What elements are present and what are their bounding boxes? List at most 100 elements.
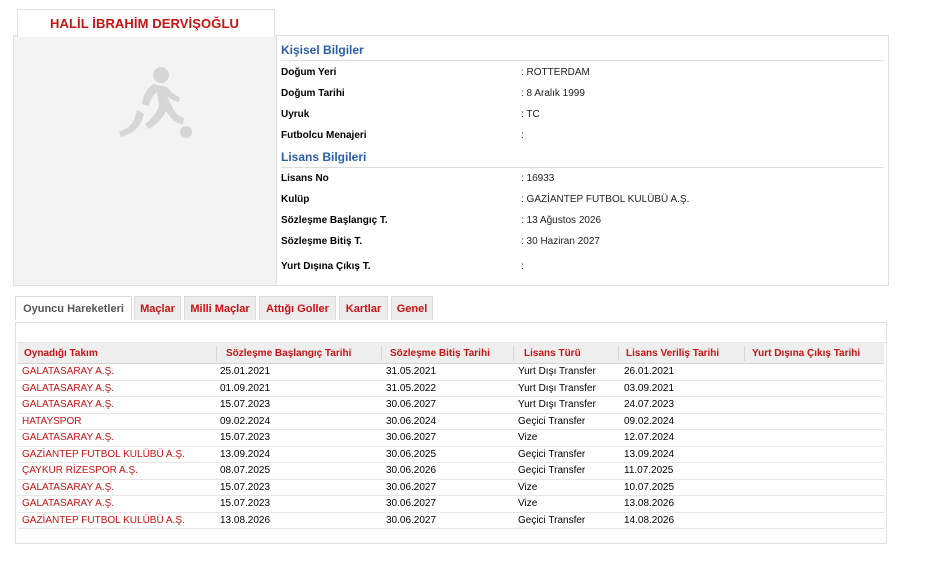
divider xyxy=(281,167,884,168)
table-top-strip xyxy=(16,323,886,343)
contract-end-cell: 30.06.2027 xyxy=(386,514,437,526)
row-label: Doğum Yeri xyxy=(281,67,337,78)
row-label: Futbolcu Menajeri xyxy=(281,130,367,141)
personal-info-title: Kişisel Bilgiler xyxy=(281,43,364,57)
contract-end-cell: 30.06.2026 xyxy=(386,465,437,476)
team-cell[interactable]: GALATASARAY A.Ş. xyxy=(22,399,114,410)
license-date-cell: 12.07.2024 xyxy=(624,432,675,443)
license-row-abroad-exit: Yurt Dışına Çıkış T. : xyxy=(281,261,881,275)
table-row: GALATASARAY A.Ş. 15.07.2023 30.06.2027 Yurt… xyxy=(18,397,884,414)
team-cell[interactable]: GAZİANTEP FUTBOL KULÜBÜ A.Ş. xyxy=(22,449,185,460)
contract-end-cell: 30.06.2024 xyxy=(386,415,437,427)
license-date-cell: 14.08.2026 xyxy=(624,514,675,526)
license-date-cell: 13.09.2024 xyxy=(624,448,675,460)
contract-start-cell: 15.07.2023 xyxy=(220,399,271,410)
license-type-cell: Geçici Transfer xyxy=(518,415,586,427)
column-header[interactable]: Lisans Türü xyxy=(524,348,581,359)
license-date-cell: 09.02.2024 xyxy=(624,415,675,427)
contract-start-cell: 08.07.2025 xyxy=(220,465,271,476)
team-cell[interactable]: GALATASARAY A.Ş. xyxy=(22,366,114,377)
row-label: Kulüp xyxy=(281,194,310,205)
divider xyxy=(281,60,884,61)
table-row: GALATASARAY A.Ş. 15.07.2023 30.06.2027 Vize… xyxy=(18,496,884,513)
license-type-cell: Yurt Dışı Transfer xyxy=(518,399,596,410)
row-value: : 8 Aralık 1999 xyxy=(521,88,585,99)
column-header[interactable]: Sözleşme Başlangıç Tarihi xyxy=(226,348,351,359)
contract-start-cell: 15.07.2023 xyxy=(220,481,271,493)
license-type-cell: Geçici Transfer xyxy=(518,448,586,460)
contract-end-cell: 30.06.2027 xyxy=(386,481,437,493)
contract-start-cell: 15.07.2023 xyxy=(220,432,271,443)
contract-start-cell: 15.07.2023 xyxy=(220,498,271,509)
team-cell[interactable]: GALATASARAY A.Ş. xyxy=(22,482,114,493)
player-name: HALİL İBRAHİM DERVİŞOĞLU xyxy=(50,16,239,31)
license-date-cell: 26.01.2021 xyxy=(624,366,675,377)
row-value: : xyxy=(521,261,524,272)
table-row: GAZİANTEP FUTBOL KULÜBÜ A.Ş. 13.09.2024 30… xyxy=(18,447,884,463)
row-value: : 16933 xyxy=(521,173,555,184)
license-type-cell: Geçici Transfer xyxy=(518,465,586,476)
contract-end-cell: 30.06.2027 xyxy=(386,432,437,443)
player-info-panel: Kişisel Bilgiler Doğum Yeri : ROTTERDAM … xyxy=(13,35,889,286)
team-cell[interactable]: ÇAYKUR RİZESPOR A.Ş. xyxy=(22,465,138,476)
column-header[interactable]: Yurt Dışına Çıkış Tarihi xyxy=(752,348,860,359)
column-separator xyxy=(513,346,514,361)
team-cell[interactable]: HATAYSPOR xyxy=(22,416,81,427)
column-separator xyxy=(216,346,217,361)
tab-goals[interactable]: Attığı Goller xyxy=(259,296,336,320)
table-row: GALATASARAY A.Ş. 01.09.2021 31.05.2022 Yurt… xyxy=(18,381,884,397)
tab-cards[interactable]: Kartlar xyxy=(339,296,388,320)
row-value: : GAZİANTEP FUTBOL KULÜBÜ A.Ş. xyxy=(521,194,690,205)
contract-end-cell: 30.06.2025 xyxy=(386,448,437,460)
tab-national-matches[interactable]: Milli Maçlar xyxy=(184,296,256,320)
column-separator xyxy=(618,346,619,361)
license-date-cell: 13.08.2026 xyxy=(624,498,675,509)
personal-row-birthdate: Doğum Tarihi : 8 Aralık 1999 xyxy=(281,88,881,102)
tab-matches[interactable]: Maçlar xyxy=(134,296,181,320)
contract-start-cell: 09.02.2024 xyxy=(220,415,271,427)
license-row-number: Lisans No : 16933 xyxy=(281,173,881,187)
footballer-silhouette-icon xyxy=(109,66,194,146)
tab-general[interactable]: Genel xyxy=(391,296,433,320)
team-cell[interactable]: GAZİANTEP FUTBOL KULÜBÜ A.Ş. xyxy=(22,515,185,526)
contract-end-cell: 30.06.2027 xyxy=(386,498,437,509)
tab-player-movements[interactable]: Oyuncu Hareketleri xyxy=(15,296,132,320)
license-info-title: Lisans Bilgileri xyxy=(281,150,367,164)
license-date-cell: 11.07.2025 xyxy=(624,465,674,476)
team-cell[interactable]: GALATASARAY A.Ş. xyxy=(22,498,114,509)
player-movements-table: Oynadığı Takım Sözleşme Başlangıç Tarihi… xyxy=(15,322,887,544)
column-header[interactable]: Sözleşme Bitiş Tarihi xyxy=(390,348,490,359)
column-header[interactable]: Oynadığı Takım xyxy=(24,348,98,359)
player-name-tab: HALİL İBRAHİM DERVİŞOĞLU xyxy=(17,9,275,37)
table-row: GAZİANTEP FUTBOL KULÜBÜ A.Ş. 13.08.2026 30… xyxy=(18,513,884,529)
team-cell[interactable]: GALATASARAY A.Ş. xyxy=(22,383,114,394)
row-label: Sözleşme Başlangıç T. xyxy=(281,215,388,226)
row-value: : xyxy=(521,130,524,141)
column-separator xyxy=(381,346,382,361)
license-date-cell: 10.07.2025 xyxy=(624,481,675,493)
team-cell[interactable]: GALATASARAY A.Ş. xyxy=(22,432,114,443)
row-label: Sözleşme Bitiş T. xyxy=(281,236,363,247)
personal-row-agent: Futbolcu Menajeri : xyxy=(281,130,881,144)
license-type-cell: Geçici Transfer xyxy=(518,514,586,526)
license-date-cell: 03.09.2021 xyxy=(624,382,675,394)
license-row-club: Kulüp : GAZİANTEP FUTBOL KULÜBÜ A.Ş. xyxy=(281,194,881,208)
row-label: Uyruk xyxy=(281,109,310,120)
table-row: GALATASARAY A.Ş. 25.01.2021 31.05.2021 Yurt… xyxy=(18,364,884,381)
row-label: Yurt Dışına Çıkış T. xyxy=(281,261,371,272)
personal-row-nationality: Uyruk : TC xyxy=(281,109,881,123)
row-label: Lisans No xyxy=(281,173,329,184)
license-date-cell: 24.07.2023 xyxy=(624,399,675,410)
column-header[interactable]: Lisans Veriliş Tarihi xyxy=(626,348,719,359)
table-row: HATAYSPOR 09.02.2024 30.06.2024 Geçici Tran… xyxy=(18,414,884,430)
license-type-cell: Yurt Dışı Transfer xyxy=(518,366,596,377)
contract-end-cell: 30.06.2027 xyxy=(386,399,437,410)
contract-start-cell: 01.09.2021 xyxy=(220,382,271,394)
license-type-cell: Yurt Dışı Transfer xyxy=(518,382,596,394)
license-row-contract-end: Sözleşme Bitiş T. : 30 Haziran 2027 xyxy=(281,236,881,250)
license-type-cell: Vize xyxy=(518,481,538,493)
license-type-cell: Vize xyxy=(518,432,538,443)
contract-end-cell: 31.05.2021 xyxy=(386,366,437,377)
license-row-contract-start: Sözleşme Başlangıç T. : 13 Ağustos 2026 xyxy=(281,215,881,229)
row-value: : 13 Ağustos 2026 xyxy=(521,215,602,226)
